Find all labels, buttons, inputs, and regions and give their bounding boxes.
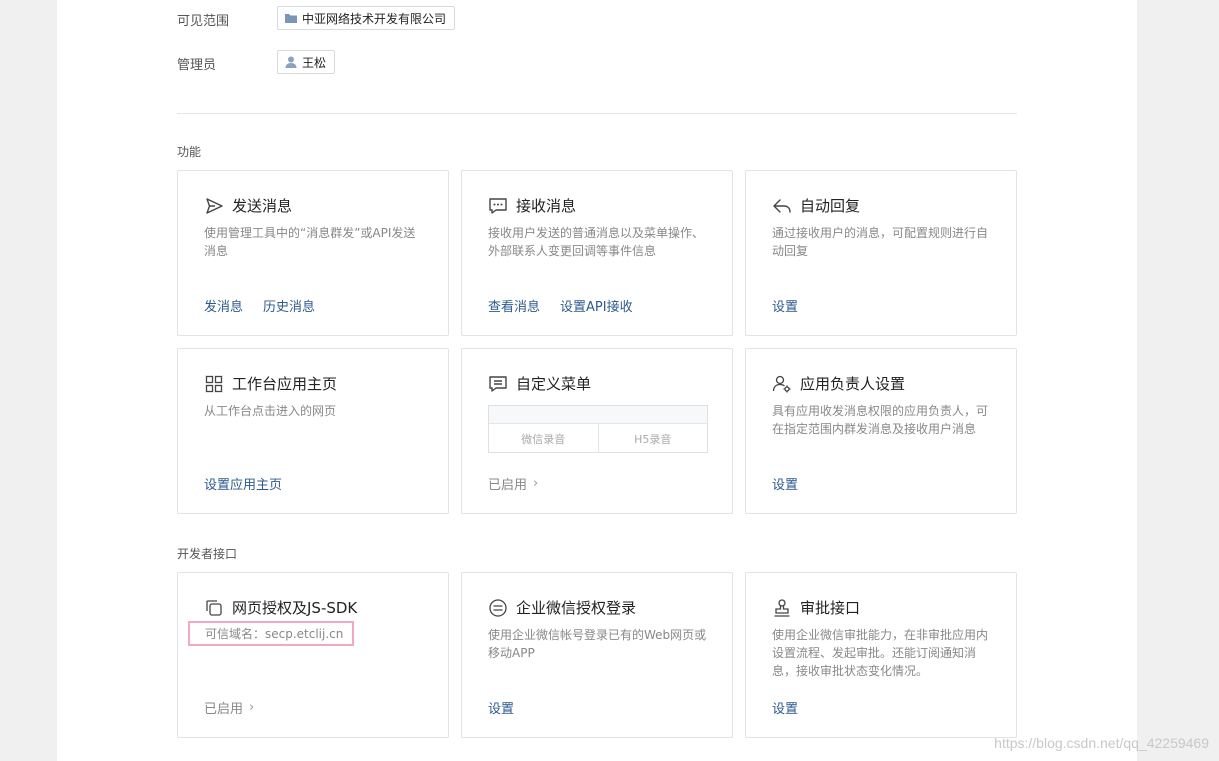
card-workbench-home: 工作台应用主页 从工作台点击进入的网页 设置应用主页 xyxy=(177,348,449,514)
card-title: 发送消息 xyxy=(232,197,293,215)
card-title: 接收消息 xyxy=(516,197,577,215)
card-title: 自动回复 xyxy=(800,197,861,215)
divider xyxy=(177,113,1017,114)
visibility-label: 可见范围 xyxy=(177,14,230,29)
visibility-tag[interactable]: 中亚网络技术开发有限公司 xyxy=(277,6,456,30)
reply-icon xyxy=(772,196,792,216)
grid-icon xyxy=(204,374,224,394)
wecom-login-settings-link[interactable]: 设置 xyxy=(488,698,514,717)
card-custom-menu: 自定义菜单 微信录音 H5录音 已启用 › xyxy=(461,348,733,514)
card-title: 自定义菜单 xyxy=(516,375,592,393)
menu-icon xyxy=(488,374,508,394)
chat-icon xyxy=(488,196,508,216)
card-auto-reply: 自动回复 通过接收用户的消息，可配置规则进行自动回复 设置 xyxy=(745,170,1017,336)
app-owner-settings-link[interactable]: 设置 xyxy=(772,474,798,493)
card-desc: 通过接收用户的消息，可配置规则进行自动回复 xyxy=(772,226,989,258)
card-title: 企业微信授权登录 xyxy=(516,599,637,617)
visibility-value: 中亚网络技术开发有限公司 xyxy=(302,11,447,26)
card-title: 工作台应用主页 xyxy=(232,375,338,393)
person-settings-icon xyxy=(772,374,792,394)
chevron-right-icon: › xyxy=(533,476,539,491)
card-title: 网页授权及JS-SDK xyxy=(232,599,358,617)
card-app-owner: 应用负责人设置 具有应用收发消息权限的应用负责人，可在指定范围内群发消息及接收用… xyxy=(745,348,1017,514)
card-desc: 具有应用收发消息权限的应用负责人，可在指定范围内群发消息及接收用户消息 xyxy=(772,404,989,436)
status-text: 已启用 xyxy=(488,478,528,493)
login-icon xyxy=(488,598,508,618)
section-title-features: 功能 xyxy=(177,145,202,159)
section-title-developer: 开发者接口 xyxy=(177,547,238,561)
auto-reply-settings-link[interactable]: 设置 xyxy=(772,296,798,315)
menu-preview-item: 微信录音 xyxy=(521,432,566,446)
menu-preview: 微信录音 H5录音 xyxy=(488,405,708,453)
send-icon xyxy=(204,196,224,216)
trusted-domain: 可信域名：secp.etclij.cn xyxy=(188,621,354,646)
send-message-link[interactable]: 发消息 xyxy=(204,296,243,315)
card-desc: 接收用户发送的普通消息以及菜单操作、外部联系人变更回调等事件信息 xyxy=(488,226,705,258)
history-message-link[interactable]: 历史消息 xyxy=(263,296,315,315)
card-desc: 使用企业微信帐号登录已有的Web网页或移动APP xyxy=(488,628,707,660)
card-receive-message: 接收消息 接收用户发送的普通消息以及菜单操作、外部联系人变更回调等事件信息 查看… xyxy=(461,170,733,336)
menu-status[interactable]: 已启用 › xyxy=(488,474,538,493)
card-oauth-jssdk: 网页授权及JS-SDK 可信域名：secp.etclij.cn 已启用 › xyxy=(177,572,449,738)
user-icon xyxy=(284,55,298,69)
watermark: https://blog.csdn.net/qq_42259469 xyxy=(994,735,1209,751)
card-desc: 从工作台点击进入的网页 xyxy=(204,404,337,418)
chevron-right-icon: › xyxy=(249,700,255,715)
card-send-message: 发送消息 使用管理工具中的“消息群发”或API发送消息 发消息 历史消息 xyxy=(177,170,449,336)
approval-settings-link[interactable]: 设置 xyxy=(772,698,798,717)
folder-icon xyxy=(284,11,298,25)
card-title: 应用负责人设置 xyxy=(800,375,906,393)
card-title: 审批接口 xyxy=(800,599,861,617)
copy-icon xyxy=(204,598,224,618)
status-text: 已启用 xyxy=(204,702,244,717)
oauth-status[interactable]: 已启用 › xyxy=(204,698,254,717)
stamp-icon xyxy=(772,598,792,618)
admin-tag[interactable]: 王松 xyxy=(277,50,336,74)
card-wecom-login: 企业微信授权登录 使用企业微信帐号登录已有的Web网页或移动APP 设置 xyxy=(461,572,733,738)
card-approval-api: 审批接口 使用企业微信审批能力，在非审批应用内设置流程、发起审批。还能订阅通知消… xyxy=(745,572,1017,738)
set-app-home-link[interactable]: 设置应用主页 xyxy=(204,474,282,493)
view-messages-link[interactable]: 查看消息 xyxy=(488,296,540,315)
admin-value: 王松 xyxy=(302,55,327,70)
card-desc: 使用企业微信审批能力，在非审批应用内设置流程、发起审批。还能订阅通知消息，接收审… xyxy=(772,628,989,678)
admin-label: 管理员 xyxy=(177,58,217,73)
set-api-receive-link[interactable]: 设置API接收 xyxy=(560,296,633,315)
card-desc: 使用管理工具中的“消息群发”或API发送消息 xyxy=(204,226,416,258)
menu-preview-item: H5录音 xyxy=(597,424,708,453)
